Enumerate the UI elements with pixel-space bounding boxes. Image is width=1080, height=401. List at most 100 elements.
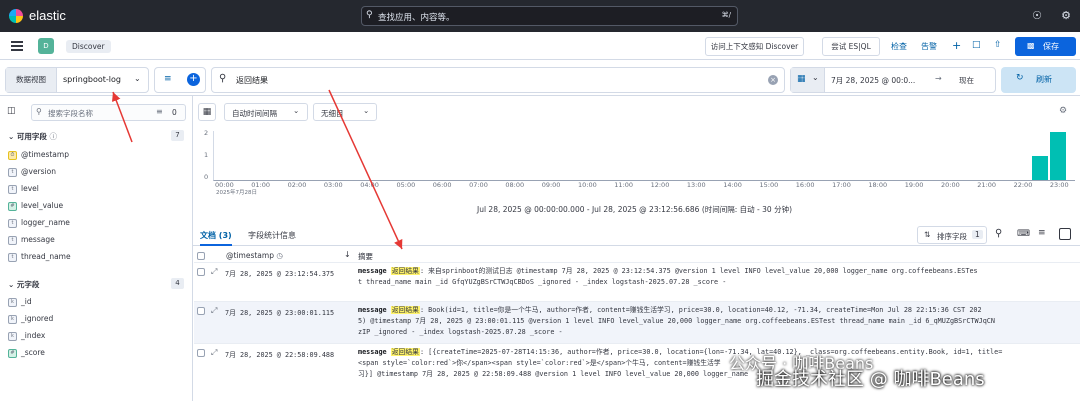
- refresh-button[interactable]: ↻ 刷新: [1001, 67, 1076, 93]
- field-type-icon: k: [8, 314, 17, 324]
- context-aware-discover-button[interactable]: 访问上下文感知 Discover: [705, 37, 804, 56]
- x-tick-label: 21:00: [977, 181, 997, 189]
- data-view-value: springboot-log: [63, 75, 121, 84]
- user-menu-icon[interactable]: ⚙: [1060, 10, 1072, 22]
- filter-group: ≡ +: [154, 67, 206, 93]
- row-checkbox[interactable]: [197, 307, 205, 315]
- field-item-version[interactable]: t @version: [8, 167, 56, 179]
- sort-icon: ⇅: [924, 230, 931, 239]
- expand-row-icon[interactable]: ⤢: [211, 306, 217, 316]
- date-quick-menu[interactable]: ▦ ⌄: [791, 68, 825, 92]
- filter-icon[interactable]: ≡: [164, 74, 172, 84]
- breakdown-select[interactable]: 无细目 ⌄: [313, 103, 377, 121]
- try-esql-button[interactable]: 尝试 ES|QL: [822, 37, 880, 56]
- filter-icon[interactable]: ≡: [156, 107, 163, 116]
- fullscreen-icon[interactable]: [1059, 228, 1071, 240]
- calendar-icon: ▦: [797, 74, 806, 84]
- x-tick-label: 14:00: [723, 181, 742, 189]
- chart-settings-icon[interactable]: ⚙: [1059, 106, 1067, 116]
- row-checkbox[interactable]: [197, 349, 205, 357]
- collapse-sidebar-icon[interactable]: ◫: [7, 106, 16, 116]
- tab-field-statistics[interactable]: 字段统计信息: [248, 230, 296, 241]
- expand-row-icon[interactable]: ⤢: [211, 267, 217, 277]
- x-tick-label: 20:00: [941, 181, 960, 189]
- meta-fields-header[interactable]: ⌄ 元字段: [8, 279, 39, 290]
- sort-fields-button[interactable]: ⇅ 排序字段 1: [917, 226, 987, 244]
- elastic-logo-icon[interactable]: [9, 9, 23, 23]
- field-item-timestamp[interactable]: ⏱ @timestamp: [8, 150, 69, 162]
- x-tick-label: 18:00: [868, 181, 888, 189]
- open-folder-icon[interactable]: □: [972, 40, 981, 50]
- x-tick-label: 15:00: [759, 181, 779, 189]
- field-search-input[interactable]: ⚲ 搜索字段名称 ≡ 0: [31, 104, 186, 121]
- date-end[interactable]: 现在: [959, 75, 974, 86]
- row-summary-line: 习}] @timestamp 7月 28, 2025 @ 22:58:09.48…: [358, 370, 749, 378]
- row-checkbox[interactable]: [197, 268, 205, 276]
- add-filter-icon[interactable]: +: [187, 73, 200, 86]
- field-name: message: [21, 235, 55, 244]
- data-view-selector[interactable]: 数据视图 springboot-log ⌄: [5, 67, 149, 93]
- field-item-id[interactable]: k _id: [8, 297, 32, 309]
- help-icon[interactable]: ☉: [1031, 10, 1043, 22]
- field-item-ignored[interactable]: k _ignored: [8, 314, 53, 326]
- inspect-link[interactable]: 检查: [891, 41, 907, 52]
- meta-count-badge: 4: [171, 278, 184, 289]
- field-item-level[interactable]: t level: [8, 184, 39, 196]
- hamburger-menu-icon[interactable]: [11, 41, 23, 51]
- field-type-icon: t: [8, 184, 17, 194]
- query-input[interactable]: ⚲ 返回结果 ×: [211, 67, 785, 93]
- row-summary-line: 5) @timestamp 7月 28, 2025 @ 23:00:01.115…: [358, 317, 995, 325]
- x-tick-label: 07:00: [469, 181, 488, 189]
- available-fields-header[interactable]: ⌄ 可用字段 ⓘ: [8, 131, 57, 142]
- chevron-down-icon: ⌄: [293, 106, 300, 115]
- alerts-link[interactable]: 告警: [921, 41, 937, 52]
- x-tick-label: 12:00: [650, 181, 670, 189]
- sort-arrow-icon[interactable]: ↓: [344, 250, 351, 259]
- date-start[interactable]: 7月 28, 2025 @ 00:0...: [831, 75, 915, 86]
- field-search-placeholder: 搜索字段名称: [48, 109, 93, 118]
- interval-select[interactable]: 自动时间间隔 ⌄: [224, 103, 308, 121]
- global-search-input[interactable]: ⚲ 查找应用、内容等。 ⌘/: [361, 6, 738, 26]
- available-fields-label: 可用字段: [16, 132, 47, 141]
- row-summary-line: t thread_name main _id GfqYUZgBSrCTWJqCB…: [358, 278, 727, 286]
- clear-query-icon[interactable]: ×: [768, 75, 778, 85]
- brand-name[interactable]: elastic: [29, 8, 66, 23]
- display-settings-icon[interactable]: ≡: [1038, 228, 1046, 238]
- calendar-icon[interactable]: ▦: [198, 103, 216, 121]
- new-icon[interactable]: +: [952, 39, 961, 52]
- search-icon[interactable]: ⚲: [995, 228, 1002, 239]
- timestamp-header-label: @timestamp: [226, 251, 274, 260]
- tabs-divider: [193, 245, 1080, 246]
- share-icon[interactable]: ⇧: [994, 40, 1002, 50]
- keyboard-icon[interactable]: ⌨: [1017, 229, 1030, 239]
- field-type-icon: ⏱: [8, 150, 17, 160]
- row-timestamp: 7月 28, 2025 @ 22:58:09.488: [225, 351, 335, 359]
- field-item-score[interactable]: # _score: [8, 348, 45, 360]
- search-icon: ⚲: [219, 73, 227, 84]
- expand-row-icon[interactable]: ⤢: [211, 348, 217, 358]
- field-item-loggername[interactable]: t logger_name: [8, 218, 70, 230]
- refresh-label: 刷新: [1036, 75, 1052, 84]
- chevron-down-icon: ⌄: [8, 132, 15, 141]
- field-item-index[interactable]: k _index: [8, 331, 45, 343]
- field-name: @version: [21, 167, 56, 176]
- column-header-summary[interactable]: 摘要: [358, 251, 373, 262]
- breadcrumb-discover[interactable]: Discover: [66, 40, 111, 53]
- column-header-timestamp[interactable]: @timestamp ◷: [226, 251, 283, 260]
- field-item-levelvalue[interactable]: # level_value: [8, 201, 63, 213]
- date-picker[interactable]: ▦ ⌄ 7月 28, 2025 @ 00:0... → 现在: [790, 67, 996, 93]
- histogram-bar[interactable]: [1049, 132, 1066, 180]
- tab-documents[interactable]: 文档 (3): [200, 230, 232, 246]
- histogram-chart[interactable]: [213, 131, 1075, 181]
- select-all-checkbox[interactable]: [197, 252, 205, 260]
- x-tick-label: 23:00: [1049, 181, 1069, 189]
- field-type-icon: t: [8, 252, 17, 262]
- row-summary-line: message 返回结果: Book(id=1, title=你是一个牛马, a…: [358, 305, 982, 316]
- field-item-threadname[interactable]: t thread_name: [8, 252, 71, 264]
- field-item-message[interactable]: t message: [8, 235, 55, 247]
- save-button[interactable]: ▩ 保存: [1015, 37, 1076, 56]
- chevron-down-icon: ⌄: [134, 74, 141, 83]
- histogram-bar[interactable]: [1031, 156, 1048, 180]
- message-field-value: : [{createTime=2025-07-28T14:15:36, auth…: [419, 348, 1003, 356]
- filter-count: 0: [172, 108, 177, 117]
